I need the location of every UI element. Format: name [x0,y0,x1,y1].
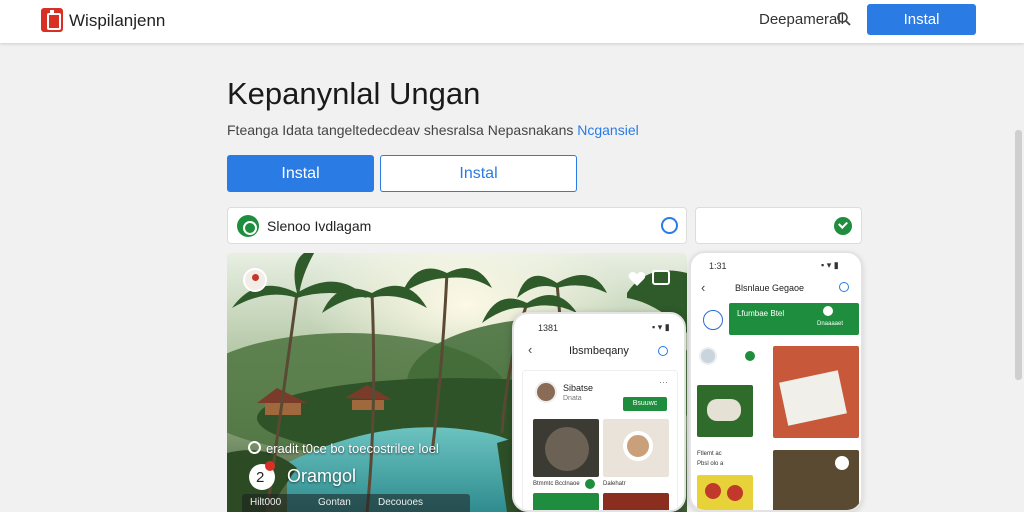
banner-text: Lfumbae Btel [737,309,785,318]
media-tile[interactable] [773,450,859,510]
header-install-button[interactable]: Instal [867,4,976,35]
tv-icon[interactable] [652,270,670,285]
media-tile[interactable] [533,493,599,510]
nav-link-departments[interactable]: Deepamerall [759,11,844,28]
back-arrow-icon[interactable]: ‹ [701,280,705,295]
more-icon[interactable]: ··· [659,377,668,387]
profile-name: Sibatse [563,383,594,393]
count-badge[interactable]: 2 [249,461,275,490]
phone-mockup-1: 1381 ▪ ▾ ▮ ‹ Ibsmbeqany Sibatse Dnata ··… [512,312,686,512]
badge-number: 2 [256,469,265,486]
media-tile[interactable] [603,419,669,477]
tile-caption: Pbsl olo a [697,461,724,467]
heart-icon[interactable] [628,271,646,287]
search-icon[interactable] [836,11,852,27]
photo-title: Oramgol [287,466,357,486]
check-circle-icon[interactable] [661,217,678,234]
status-time: 1:31 [709,261,727,271]
app-name[interactable]: Wispilanjenn [69,11,165,31]
photo-caption: eradit t0ce bo toecostrilee loel [266,441,439,456]
install-primary-button[interactable]: Instal [227,155,374,192]
photo-info-strip: Hilt000 Gontan Decouoes [242,494,470,512]
media-tile[interactable] [773,346,859,438]
tile-caption: Ftlemt ac [697,451,722,457]
search-icon[interactable] [839,282,849,292]
tile-caption: Btmmtc Bcclnaoe [533,481,580,487]
media-tile[interactable] [533,419,599,477]
status-icons: ▪ ▾ ▮ [652,322,670,332]
strip-item[interactable]: Hilt000 [250,497,281,508]
page-scrollbar[interactable] [1015,130,1022,380]
status-icons: ▪ ▾ ▮ [821,260,839,270]
post-card[interactable]: Sibatse Dnata ··· Bsuuwc Btmmtc Bcclnaoe… [522,370,678,510]
search-icon[interactable] [658,346,668,356]
avatar[interactable] [535,381,557,403]
media-tile[interactable] [697,385,753,437]
banner-sub: Dnaaaaet [817,321,844,327]
phone-mockup-2: 1:31 ▪ ▾ ▮ ‹ Blsnlaue Gegaoe Lfumbae Bte… [689,251,863,512]
back-arrow-icon[interactable]: ‹ [528,342,532,357]
page-subtitle: Fteanga Idata tangeltedecdeav shesralsa … [227,122,639,138]
media-tile[interactable] [603,493,669,510]
page-title: Kepanynlal Ungan [227,76,481,111]
app-icon[interactable] [703,310,723,330]
media-tile[interactable] [697,475,753,510]
subtitle-link[interactable]: Ncgansiel [577,122,638,138]
store-icon [237,215,259,237]
status-dot [585,479,595,489]
status-card[interactable] [695,207,862,244]
subtitle-text: Fteanga Idata tangeltedecdeav shesralsa … [227,122,574,138]
info-card-label: Slenoo Ivdlagam [267,218,372,234]
clock-icon [248,441,261,454]
verified-icon [834,217,852,235]
app-logo-icon[interactable] [41,8,63,32]
strip-item[interactable]: Gontan [318,497,351,508]
install-secondary-button[interactable]: Instal [380,155,577,192]
info-card[interactable]: Slenoo Ivdlagam [227,207,687,244]
top-navbar: Wispilanjenn Deepamerall Instal [0,0,1024,43]
status-time: 1381 [538,323,559,333]
phone-title: Ibsmbeqany [569,345,629,357]
notification-dot [265,461,275,471]
promo-banner[interactable]: Lfumbae Btel Dnaaaaet [729,303,859,335]
phone-title: Blsnlaue Gegaoe [735,283,805,293]
strip-item[interactable]: Decouoes [378,497,423,508]
status-dot [745,351,755,361]
author-avatar[interactable] [243,268,267,292]
profile-sub: Dnata [563,395,582,402]
avatar[interactable] [699,347,717,365]
tile-caption: Dalehatr [603,481,626,487]
follow-button[interactable]: Bsuuwc [623,397,667,411]
